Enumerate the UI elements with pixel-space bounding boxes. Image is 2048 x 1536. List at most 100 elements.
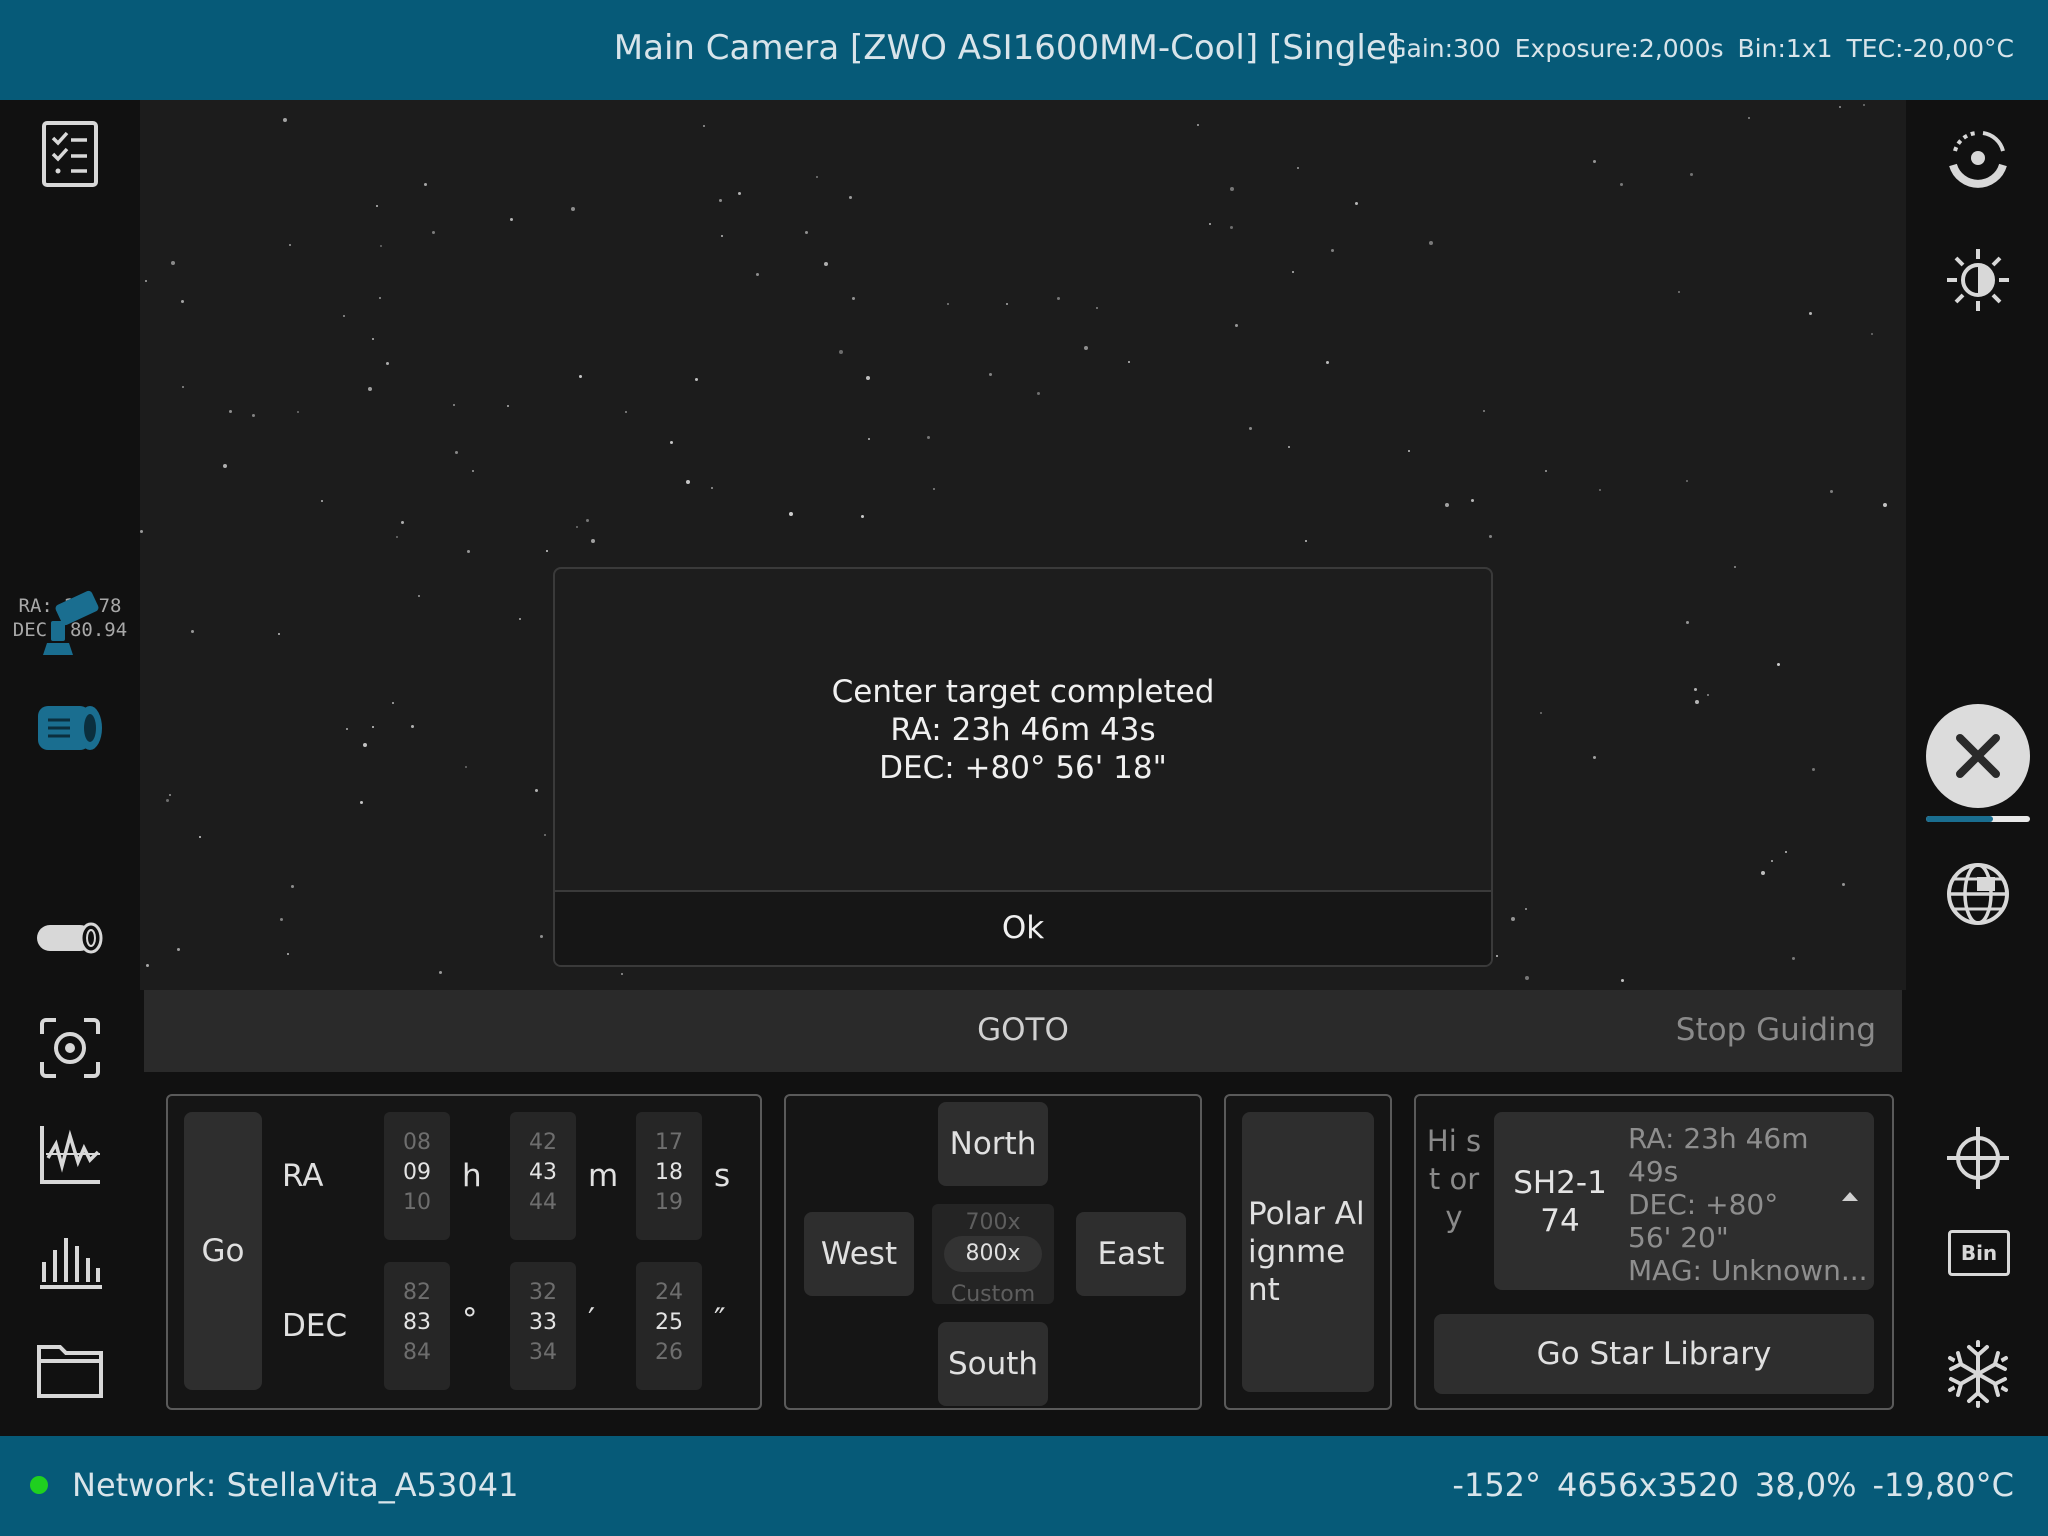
- star: [719, 199, 722, 202]
- star: [166, 799, 169, 802]
- bin-icon[interactable]: Bin: [1948, 1230, 2010, 1276]
- checklist-icon[interactable]: [38, 118, 102, 190]
- crosshair-icon[interactable]: [1944, 1124, 2012, 1192]
- brightness-icon[interactable]: [1944, 246, 2012, 314]
- star: [947, 303, 949, 305]
- slew-speed-picker[interactable]: 700x 800x Custom: [932, 1204, 1054, 1304]
- star: [199, 836, 201, 838]
- star: [1288, 446, 1290, 448]
- star: [283, 118, 287, 122]
- star: [535, 789, 538, 792]
- picker-prev: 82: [403, 1280, 431, 1305]
- star: [1408, 450, 1410, 452]
- focus-capture-icon[interactable]: [36, 1014, 104, 1082]
- star: [1883, 503, 1887, 507]
- picker-value: 83: [403, 1310, 431, 1335]
- star: [1748, 117, 1750, 119]
- star: [1761, 871, 1765, 875]
- star: [455, 451, 458, 454]
- star: [1707, 694, 1709, 696]
- ra-seconds-picker[interactable]: 17 18 19: [636, 1112, 702, 1240]
- star: [1599, 489, 1601, 491]
- star: [278, 633, 280, 635]
- north-button[interactable]: North: [938, 1102, 1048, 1186]
- picker-prev: 17: [655, 1130, 683, 1155]
- histogram-icon[interactable]: [36, 1228, 104, 1292]
- top-bar: Main Camera [ZWO ASI1600MM-Cool] [Single…: [0, 0, 2048, 100]
- polar-alignment-button[interactable]: Polar Alignme nt: [1242, 1112, 1374, 1392]
- star: [1839, 106, 1841, 108]
- south-button[interactable]: South: [938, 1322, 1048, 1406]
- goto-title: GOTO: [977, 1012, 1069, 1048]
- folder-icon[interactable]: [34, 1338, 106, 1402]
- star: [805, 231, 808, 234]
- star: [146, 964, 149, 967]
- star: [432, 231, 435, 234]
- star: [1694, 688, 1697, 691]
- slew-speed-next: Custom: [950, 1282, 1036, 1304]
- coordinate-entry-box: Go RA DEC 08 09 10 h 42 43 44 m 17 18 19 s 82 8…: [166, 1094, 762, 1410]
- star: [721, 235, 723, 237]
- star: [625, 411, 627, 413]
- star: [1621, 979, 1624, 982]
- capture-progress-bar: [1926, 816, 2030, 822]
- star: [392, 702, 394, 704]
- star: [1489, 535, 1492, 538]
- dec-label: DEC: [282, 1308, 348, 1344]
- center-target-dialog: Center target completed RA: 23h 46m 43s …: [553, 567, 1493, 967]
- ra-label: RA: [282, 1158, 324, 1194]
- camera-title[interactable]: Main Camera [ZWO ASI1600MM-Cool] [Single…: [614, 28, 1400, 68]
- go-button[interactable]: Go: [184, 1112, 262, 1390]
- star: [695, 378, 698, 381]
- star: [1785, 851, 1787, 853]
- star: [703, 125, 705, 127]
- star: [1540, 712, 1542, 714]
- star: [1863, 104, 1865, 106]
- star: [861, 515, 864, 518]
- star: [360, 801, 363, 804]
- star: [866, 376, 870, 380]
- auto-stretch-icon[interactable]: [1944, 124, 2012, 192]
- direction-pad-box: North West East South 700x 800x Custom: [784, 1094, 1202, 1410]
- star: [546, 550, 548, 552]
- star: [816, 176, 818, 178]
- dec-arcmin-picker[interactable]: 32 33 34: [510, 1262, 576, 1390]
- ra-minutes-picker[interactable]: 42 43 44: [510, 1112, 576, 1240]
- star: [927, 436, 930, 439]
- star: [1331, 249, 1334, 252]
- star: [181, 300, 184, 303]
- west-button[interactable]: West: [804, 1212, 914, 1296]
- east-button[interactable]: East: [1076, 1212, 1186, 1296]
- dec-degrees-picker[interactable]: 82 83 84: [384, 1262, 450, 1390]
- star: [571, 207, 575, 211]
- star: [467, 550, 470, 553]
- star: [1249, 427, 1252, 430]
- ra-seconds-unit: s: [714, 1158, 731, 1194]
- star: [1496, 955, 1498, 957]
- go-star-library-button[interactable]: Go Star Library: [1434, 1314, 1874, 1394]
- telescope-mount-icon[interactable]: [34, 588, 106, 660]
- star: [540, 935, 543, 938]
- network-status[interactable]: Network: StellaVita_A53041: [30, 1466, 518, 1504]
- ra-hours-unit: h: [462, 1158, 482, 1194]
- close-capture-icon[interactable]: [1926, 704, 2030, 808]
- camera-icon[interactable]: [32, 698, 108, 758]
- dec-arcsec-picker[interactable]: 24 25 26: [636, 1262, 702, 1390]
- star: [576, 526, 578, 528]
- dec-arcmin-unit: ′: [588, 1302, 596, 1338]
- star: [1620, 183, 1623, 186]
- ra-hours-picker[interactable]: 08 09 10: [384, 1112, 450, 1240]
- star: [756, 273, 759, 276]
- star: [396, 536, 398, 538]
- history-target-selector[interactable]: SH2-1 74 RA: 23h 46m 49s DEC: +80° 56' 2…: [1494, 1112, 1874, 1290]
- stop-guiding-button[interactable]: Stop Guiding: [1676, 1012, 1876, 1048]
- dialog-line-3: DEC: +80° 56' 18": [879, 750, 1167, 786]
- guide-graph-icon[interactable]: [36, 1120, 104, 1188]
- cooler-snowflake-icon[interactable]: [1944, 1338, 2012, 1410]
- globe-plate-solve-icon[interactable]: [1944, 860, 2012, 928]
- star: [372, 726, 374, 728]
- picker-prev: 24: [655, 1280, 683, 1305]
- filter-wheel-icon[interactable]: [34, 918, 106, 958]
- ok-button[interactable]: Ok: [555, 890, 1491, 965]
- picker-next: 26: [655, 1340, 683, 1365]
